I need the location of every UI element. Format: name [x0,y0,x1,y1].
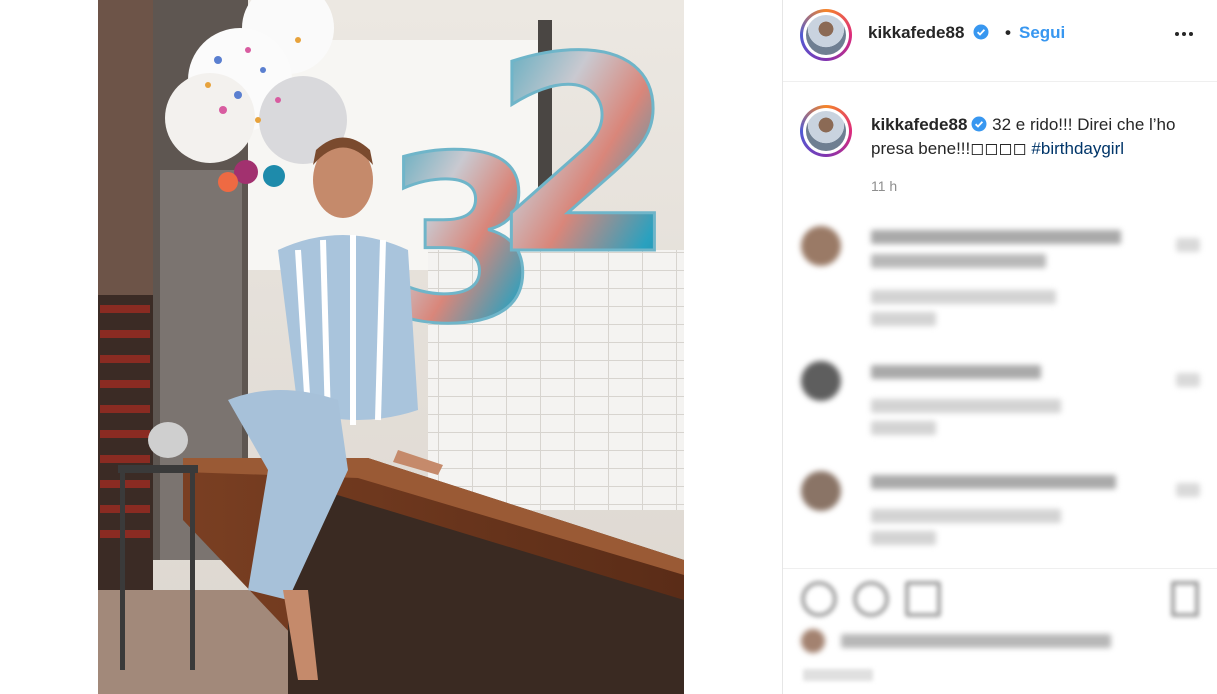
header-username-text[interactable]: kikkafede88 [868,23,964,42]
comment-text-blurred [871,230,1121,244]
post-side-panel: kikkafede88 • Segui kikkafede88 32 e rid… [782,0,1217,694]
comment-meta-blurred [871,399,1061,413]
comment-meta-blurred [871,421,936,435]
comment-text-blurred [871,254,1046,268]
caption-text: kikkafede88 32 e rido!!! Direi che l’ho … [871,113,1201,161]
post-actions [783,568,1217,694]
post-photo[interactable]: 3 2 [98,0,684,694]
likes-summary[interactable] [801,629,1121,655]
post-date-blurred [803,669,873,681]
comments-list [783,220,1217,565]
post-photo-illustration: 3 2 [98,0,684,694]
comment-meta-blurred [871,531,936,545]
action-icons-row [799,581,1209,621]
comment-icon[interactable] [853,581,889,617]
post-header: kikkafede88 • Segui [783,0,1217,82]
comment-meta-blurred [871,290,1056,304]
comment-like-icon[interactable] [1176,483,1200,497]
comment-avatar[interactable] [801,361,841,401]
likes-avatar[interactable] [801,629,825,653]
post-time[interactable]: 11 h [871,178,897,194]
comment-item[interactable] [783,355,1217,465]
comment-text-blurred [871,365,1041,379]
comment-meta-blurred [871,312,936,326]
balloon-digit-2: 2 [490,0,678,314]
hashtag-link[interactable]: #birthdaygirl [1031,139,1124,158]
verified-badge-icon [973,24,989,40]
comment-avatar[interactable] [801,471,841,511]
header-avatar[interactable] [800,9,852,61]
comment-item[interactable] [783,465,1217,575]
share-icon[interactable] [905,581,941,617]
comment-like-icon[interactable] [1176,238,1200,252]
caption-avatar[interactable] [800,105,852,157]
photo-area: 3 2 [0,0,782,694]
heart-icon[interactable] [801,581,837,617]
comment-text-blurred [871,475,1116,489]
comment-like-icon[interactable] [1176,373,1200,387]
likes-text-blurred [841,634,1111,648]
header-username[interactable]: kikkafede88 [868,23,989,43]
verified-badge-icon [971,116,987,132]
more-options-icon[interactable] [1170,20,1198,48]
caption-username[interactable]: kikkafede88 [871,115,967,134]
bookmark-icon[interactable] [1171,581,1199,617]
comment-avatar[interactable] [801,226,841,266]
header-separator: • [1005,23,1011,42]
comment-meta-blurred [871,509,1061,523]
follow-button[interactable]: Segui [1019,23,1065,43]
comment-item[interactable] [783,220,1217,330]
